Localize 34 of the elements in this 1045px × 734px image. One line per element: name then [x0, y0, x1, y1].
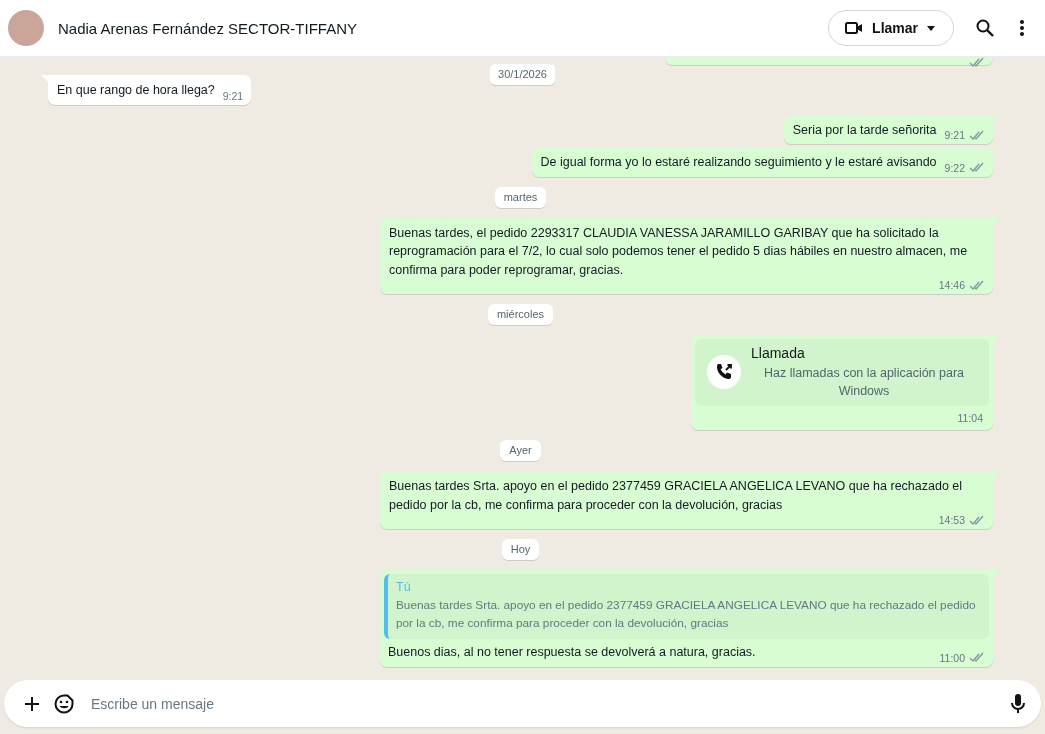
- message-text: Buenas tardes, el pedido 2293317 CLAUDIA VANESSA JARAMILLO GARIBAY que ha solicitado la reprogramación para el 7/2, lo cual solo podemos tener el pedido 5 dias hábiles en nuestro almacen, me confirma para poder reprogramar, gracias.: [389, 224, 969, 279]
- message-time: 14:53: [938, 514, 965, 526]
- message-text: Seria por la tarde señorita: [792, 121, 937, 139]
- video-camera-icon: [845, 21, 864, 35]
- quote-author: Tú: [396, 579, 412, 596]
- menu-icon[interactable]: [1020, 20, 1024, 36]
- message-text: Buenas tardes Srta. apoyo en el pedido 2377459 GRACIELA ANGELICA LEVANO que ha rechazado el pedido por la cb, me confirma para proceder con la devolución, gracias: [389, 478, 964, 514]
- message-text: Buenos dias, al no tener respuesta se devolverá a natura, gracias.: [388, 644, 756, 661]
- date-chip: Hoy: [501, 539, 540, 560]
- message-input[interactable]: Escribe un mensaje: [89, 694, 996, 713]
- message-text: De igual forma yo lo estaré realizando seguimiento y le estaré avisando: [540, 154, 937, 171]
- message-time: 14:46: [938, 279, 965, 291]
- date-chip: miércoles: [487, 304, 554, 325]
- caret-icon: [927, 25, 935, 31]
- date-chip: 30/1/2026: [489, 64, 556, 85]
- message-text: En que rango de hora llega?: [57, 82, 215, 99]
- microphone-icon[interactable]: [1011, 694, 1025, 713]
- message-time: 9:21: [222, 89, 244, 102]
- message-time: 11:04: [957, 412, 983, 424]
- phone-call-icon: [714, 362, 734, 382]
- message-time: 11:00: [939, 651, 965, 664]
- message-time: 9:21: [944, 129, 965, 141]
- plus-icon[interactable]: [25, 696, 39, 711]
- quote-text: Buenas tardes Srta. apoyo en el pedido 2377459 GRACIELA ANGELICA LEVANO que ha rechazado el pedido por la cb, me confirma para proceder con la devolución, gracias: [396, 597, 977, 632]
- message-field[interactable]: Escribe un mensaje: [4, 680, 1041, 727]
- date-chip: martes: [494, 186, 547, 208]
- contact-name[interactable]: Nadia Arenas Fernández SECTOR-TIFFANY: [58, 19, 829, 37]
- call-title: Llamada: [751, 344, 806, 362]
- date-chip: Ayer: [500, 440, 541, 461]
- call-description: Haz llamadas con la aplicación para Windows: [762, 365, 966, 400]
- message-time: 9:22: [944, 161, 965, 174]
- search-icon[interactable]: [976, 19, 994, 37]
- sticker-icon[interactable]: [54, 693, 74, 714]
- call-button[interactable]: Llamar: [828, 10, 954, 46]
